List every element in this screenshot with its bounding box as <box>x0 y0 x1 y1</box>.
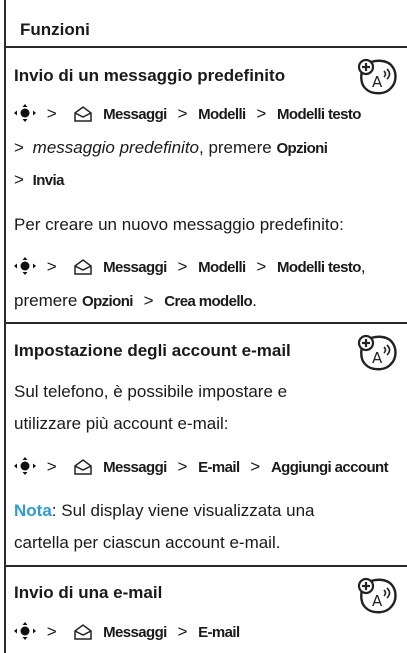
menu-messaggi: Messaggi <box>103 624 167 641</box>
comma: , <box>360 257 366 276</box>
menu-aggiungi-account: Aggiungi account <box>270 459 389 476</box>
menu-messaggi: Messaggi <box>103 259 167 276</box>
menu-messaggi: Messaggi <box>103 106 167 123</box>
separator: > <box>14 170 24 189</box>
separator: > <box>46 622 57 641</box>
separator: > <box>143 291 154 310</box>
menu-opzioni: Opzioni <box>82 293 133 310</box>
note-line: cartella per ciascun account e-mail. <box>14 533 281 552</box>
nav-key-icon <box>14 457 36 475</box>
note-label: Nota <box>14 501 52 520</box>
menu-modelli: Modelli <box>198 259 246 276</box>
menu-invia: Invia <box>32 172 65 189</box>
page-title: Funzioni <box>20 20 90 39</box>
section-title: Invio di un messaggio predefinito <box>14 66 286 85</box>
menu-modelli-testo: Modelli testo <box>276 106 361 123</box>
envelope-icon <box>74 459 93 475</box>
paragraph-create: Per creare un nuovo messaggio predefinit… <box>14 215 344 234</box>
instruction-create: premere Opzioni > Crea modello. <box>14 291 257 311</box>
network-feature-badge-icon: A <box>357 577 397 614</box>
placeholder-message: messaggio predefinito <box>32 138 199 157</box>
svg-text:A: A <box>372 349 383 367</box>
left-rule <box>4 0 6 653</box>
envelope-icon <box>74 106 93 122</box>
menu-modelli: Modelli <box>198 106 246 123</box>
network-feature-badge-icon: A <box>357 58 397 95</box>
menu-email: E-mail <box>198 624 240 641</box>
paragraph-line: utilizzare più account e-mail: <box>14 414 229 433</box>
envelope-icon <box>74 624 93 640</box>
nav-key-icon <box>14 622 36 640</box>
separator: > <box>177 104 188 123</box>
paragraph-line: Sul telefono, è possibile impostare e <box>14 382 288 401</box>
menu-modelli-testo: Modelli testo <box>276 259 361 276</box>
network-feature-badge-icon: A <box>357 334 397 371</box>
note-text: : Sul display viene visualizzata una <box>51 501 315 520</box>
menu-email: E-mail <box>198 459 240 476</box>
separator: > <box>177 457 188 476</box>
nav-key-icon <box>14 104 36 122</box>
note-line: Nota: Sul display viene visualizzata una <box>14 501 314 521</box>
separator: > <box>14 138 24 157</box>
page: Funzioni Invio di un messaggio predefini… <box>0 0 407 653</box>
separator: > <box>256 257 267 276</box>
nav-path-add-account: > Messaggi > E-mail > Aggiungi account <box>14 457 389 477</box>
section-title: Impostazione degli account e-mail <box>14 341 291 360</box>
section-divider <box>6 565 407 567</box>
nav-path-send: > Invia <box>14 170 64 190</box>
envelope-icon <box>74 259 93 275</box>
separator: > <box>250 457 261 476</box>
svg-text:A: A <box>372 592 383 610</box>
separator: > <box>256 104 267 123</box>
separator: > <box>46 457 57 476</box>
nav-path-templates: > Messaggi > Modelli > Modelli testo <box>14 104 361 124</box>
period: . <box>252 291 257 310</box>
instruction-text: premere <box>14 291 83 310</box>
page-header: Funzioni <box>6 0 407 48</box>
nav-key-icon <box>14 257 36 275</box>
nav-path-templates-2: > Messaggi > Modelli > Modelli testo, <box>14 257 366 277</box>
menu-messaggi: Messaggi <box>103 459 167 476</box>
svg-text:A: A <box>372 73 383 91</box>
separator: > <box>46 257 57 276</box>
separator: > <box>177 622 188 641</box>
separator: > <box>46 104 57 123</box>
instruction-text: , premere <box>199 138 277 157</box>
section-divider <box>6 322 407 324</box>
menu-crea-modello: Crea modello <box>164 293 253 310</box>
section-title: Invio di una e-mail <box>14 583 163 602</box>
menu-opzioni: Opzioni <box>276 140 328 157</box>
nav-path-email: > Messaggi > E-mail <box>14 622 240 642</box>
separator: > <box>177 257 188 276</box>
nav-path-continued: > messaggio predefinito, premere Opzioni <box>14 138 328 158</box>
